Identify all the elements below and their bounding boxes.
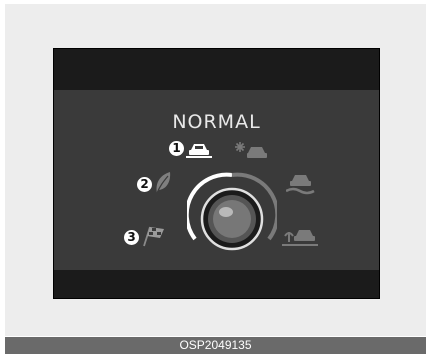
marker-1: 1 — [169, 141, 184, 156]
mode-title: NORMAL — [172, 111, 261, 133]
figure-caption-bar: OSP2049135 — [5, 337, 426, 354]
mud-mode-icon[interactable] — [286, 173, 316, 195]
figure-code: OSP2049135 — [179, 338, 252, 352]
snow-mode-icon[interactable] — [234, 141, 268, 161]
drive-mode-knob[interactable] — [187, 167, 277, 257]
marker-2: 2 — [137, 177, 152, 192]
illustration-frame: NORMAL 1 2 3 — [5, 4, 426, 336]
marker-3: 3 — [124, 230, 139, 245]
eco-leaf-icon[interactable] — [154, 171, 172, 195]
drive-mode-display: NORMAL 1 2 3 — [53, 48, 380, 299]
normal-car-icon[interactable] — [186, 141, 212, 159]
sand-mode-icon[interactable] — [282, 226, 318, 248]
sport-checkered-flag-icon[interactable] — [142, 225, 166, 247]
display-top-band — [54, 49, 379, 90]
display-bottom-band — [54, 270, 379, 298]
